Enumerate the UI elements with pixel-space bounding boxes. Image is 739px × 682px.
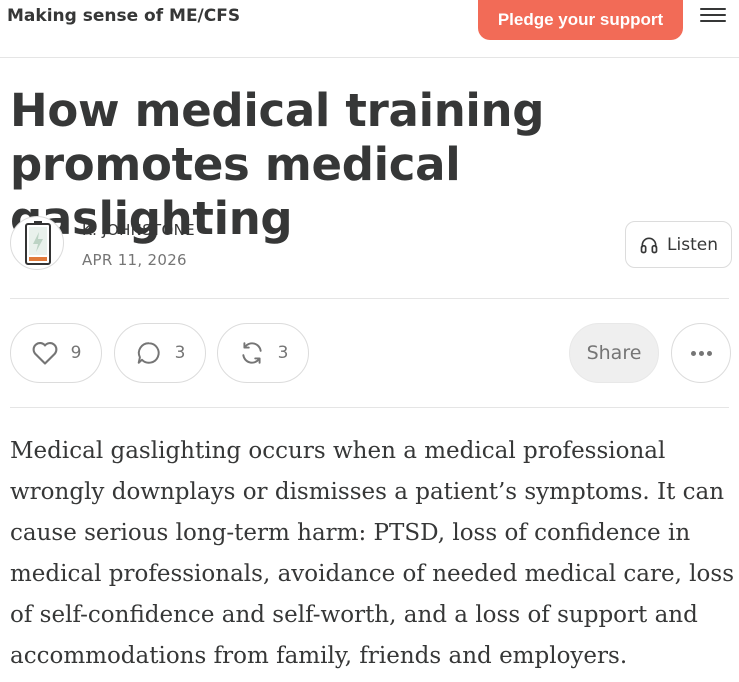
like-button[interactable]: 9 bbox=[10, 323, 102, 383]
hamburger-menu-icon[interactable] bbox=[700, 4, 726, 30]
restack-arrows-icon bbox=[241, 342, 262, 364]
listen-button[interactable]: Listen bbox=[625, 221, 732, 268]
restack-count: 3 bbox=[277, 343, 289, 363]
pledge-button[interactable]: Pledge your support bbox=[478, 0, 683, 40]
like-count: 9 bbox=[70, 343, 82, 363]
heart-icon bbox=[32, 342, 57, 365]
top-bar: Making sense of ME/CFS Pledge your suppo… bbox=[0, 0, 739, 58]
headphones-icon bbox=[640, 237, 658, 253]
listen-label: Listen bbox=[667, 234, 718, 255]
comment-button[interactable]: 3 bbox=[114, 323, 206, 383]
comment-bubble-icon bbox=[137, 342, 160, 364]
post-date: APR 11, 2026 bbox=[82, 251, 187, 269]
battery-icon bbox=[25, 221, 51, 265]
article-body: Medical gaslighting occurs when a medica… bbox=[10, 438, 734, 669]
site-name[interactable]: Making sense of ME/CFS bbox=[7, 6, 240, 26]
avatar[interactable] bbox=[10, 216, 64, 270]
divider bbox=[10, 407, 729, 408]
restack-button[interactable]: 3 bbox=[217, 323, 309, 383]
ellipsis-icon[interactable] bbox=[671, 323, 731, 383]
share-button[interactable]: Share bbox=[569, 323, 659, 383]
author-name[interactable]: K. JOHNSTONE bbox=[82, 221, 195, 239]
divider bbox=[10, 298, 729, 299]
comment-count: 3 bbox=[174, 343, 186, 363]
